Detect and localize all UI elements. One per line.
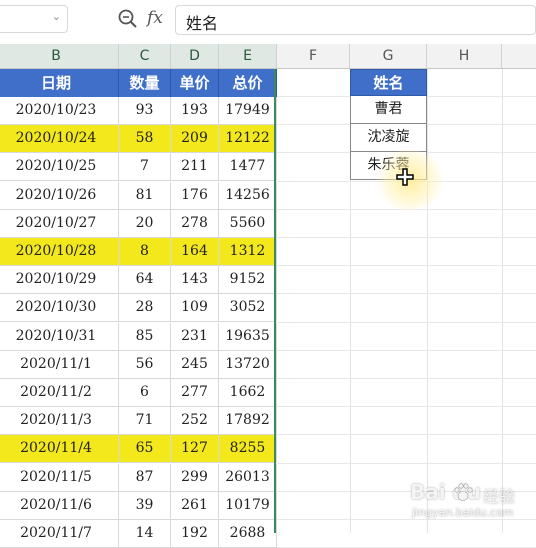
- table-cell-total[interactable]: 5560: [219, 209, 277, 238]
- table-cell-qty[interactable]: 56: [119, 350, 171, 379]
- table-cell-qty[interactable]: 85: [119, 322, 171, 351]
- table-cell-qty[interactable]: 87: [119, 463, 171, 492]
- table-cell-date[interactable]: 2020/11/2: [0, 379, 119, 407]
- gridline-horizontal: [277, 265, 536, 267]
- table-cell-date[interactable]: 2020/11/7: [0, 520, 119, 548]
- zoom-icon[interactable]: [117, 8, 139, 30]
- formula-bar: ⌄ fx 姓名: [0, 0, 536, 40]
- table-cell-date[interactable]: 2020/10/28: [0, 238, 119, 266]
- table-cell-price[interactable]: 127: [171, 435, 219, 464]
- table-cell-date[interactable]: 2020/11/6: [0, 491, 119, 520]
- table-cell-date[interactable]: 2020/11/3: [0, 407, 119, 436]
- fill-handle-cursor-icon: [396, 168, 414, 186]
- column-header-c[interactable]: C: [119, 44, 171, 69]
- table-header-qty[interactable]: 数量: [119, 69, 171, 97]
- table-cell-price[interactable]: 277: [171, 379, 219, 407]
- table-cell-qty[interactable]: 28: [119, 294, 171, 323]
- table-cell-date[interactable]: 2020/10/25: [0, 153, 119, 182]
- table-cell-total[interactable]: 13720: [219, 350, 277, 379]
- table-cell-date[interactable]: 2020/10/30: [0, 294, 119, 323]
- table-cell-total[interactable]: 3052: [219, 294, 277, 323]
- table-header-date[interactable]: 日期: [0, 69, 119, 97]
- table-cell-total[interactable]: 10179: [219, 491, 277, 520]
- baidu-watermark: Bai du 经验 jingyan.baidu.com: [410, 480, 536, 530]
- table-cell-qty[interactable]: 7: [119, 153, 171, 182]
- column-header-g[interactable]: G: [350, 44, 427, 69]
- table-cell-price[interactable]: 143: [171, 266, 219, 295]
- gridline-horizontal: [277, 434, 536, 436]
- table-cell-date[interactable]: 2020/10/24: [0, 125, 119, 154]
- formula-input[interactable]: 姓名: [175, 5, 536, 35]
- table-cell-price[interactable]: 192: [171, 520, 219, 548]
- table-cell-price[interactable]: 299: [171, 463, 219, 492]
- column-header-h[interactable]: H: [427, 44, 502, 69]
- table-cell-qty[interactable]: 81: [119, 181, 171, 210]
- table-cell-price[interactable]: 209: [171, 125, 219, 154]
- table-cell-qty[interactable]: 6: [119, 379, 171, 407]
- table-cell-total[interactable]: 26013: [219, 463, 277, 492]
- fx-icon[interactable]: fx: [147, 8, 163, 28]
- table-cell-qty[interactable]: 14: [119, 520, 171, 548]
- table-cell-price[interactable]: 245: [171, 350, 219, 379]
- table-cell-total[interactable]: 9152: [219, 266, 277, 295]
- table-cell-date[interactable]: 2020/10/29: [0, 266, 119, 295]
- gridline-horizontal: [277, 462, 536, 464]
- watermark-label: 经验: [483, 487, 516, 506]
- table-cell-total[interactable]: 1312: [219, 238, 277, 266]
- watermark-url: jingyan.baidu.com: [412, 506, 514, 519]
- table-cell-date[interactable]: 2020/11/1: [0, 350, 119, 379]
- table-cell-total[interactable]: 8255: [219, 435, 277, 464]
- gridline-horizontal: [277, 293, 536, 295]
- table-cell-qty[interactable]: 58: [119, 125, 171, 154]
- table-cell-total[interactable]: 1477: [219, 153, 277, 182]
- table-cell-date[interactable]: 2020/11/5: [0, 463, 119, 492]
- chevron-down-icon[interactable]: ⌄: [52, 10, 61, 23]
- column-header-f[interactable]: F: [277, 44, 350, 69]
- table-cell-qty[interactable]: 93: [119, 97, 171, 125]
- table-cell-date[interactable]: 2020/10/23: [0, 97, 119, 125]
- table-cell-qty[interactable]: 39: [119, 491, 171, 520]
- table-cell-qty[interactable]: 71: [119, 407, 171, 436]
- gridline-horizontal: [277, 349, 536, 351]
- table-cell-total[interactable]: 17949: [219, 97, 277, 125]
- table-cell-total[interactable]: 1662: [219, 379, 277, 407]
- table-header-total[interactable]: 总价: [219, 69, 277, 97]
- table-header-price[interactable]: 单价: [171, 69, 219, 97]
- table-cell-total[interactable]: 14256: [219, 181, 277, 210]
- table-cell-date[interactable]: 2020/11/4: [0, 435, 119, 464]
- table-cell-price[interactable]: 176: [171, 181, 219, 210]
- name-table-cell[interactable]: 曹君: [350, 96, 427, 124]
- table-cell-qty[interactable]: 20: [119, 209, 171, 238]
- name-table-cell[interactable]: 沈凌旋: [350, 124, 427, 152]
- gridline-horizontal: [277, 321, 536, 323]
- table-cell-price[interactable]: 278: [171, 209, 219, 238]
- table-cell-total[interactable]: 12122: [219, 125, 277, 154]
- column-header-next[interactable]: [502, 44, 536, 69]
- table-cell-qty[interactable]: 65: [119, 435, 171, 464]
- table-cell-total[interactable]: 17892: [219, 407, 277, 436]
- column-header-e[interactable]: E: [219, 44, 277, 69]
- table-cell-date[interactable]: 2020/10/26: [0, 181, 119, 210]
- gridline-horizontal: [277, 378, 536, 379]
- table-cell-total[interactable]: 2688: [219, 520, 277, 548]
- name-table-header[interactable]: 姓名: [350, 69, 427, 96]
- column-header-d[interactable]: D: [171, 44, 219, 69]
- table-cell-qty[interactable]: 64: [119, 266, 171, 295]
- table-cell-price[interactable]: 231: [171, 322, 219, 351]
- gridline-horizontal: [277, 237, 536, 238]
- table-cell-price[interactable]: 193: [171, 97, 219, 125]
- table-cell-price[interactable]: 252: [171, 407, 219, 436]
- table-cell-price[interactable]: 164: [171, 238, 219, 266]
- paw-icon: [454, 483, 473, 501]
- table-cell-price[interactable]: 261: [171, 491, 219, 520]
- gridline-horizontal: [277, 406, 536, 408]
- table-cell-date[interactable]: 2020/10/27: [0, 209, 119, 238]
- column-header-b[interactable]: B: [0, 44, 119, 69]
- table-cell-qty[interactable]: 8: [119, 238, 171, 266]
- table-cell-price[interactable]: 109: [171, 294, 219, 323]
- name-box[interactable]: ⌄: [0, 5, 68, 33]
- table-cell-date[interactable]: 2020/10/31: [0, 322, 119, 351]
- table-cell-price[interactable]: 211: [171, 153, 219, 182]
- table-cell-total[interactable]: 19635: [219, 322, 277, 351]
